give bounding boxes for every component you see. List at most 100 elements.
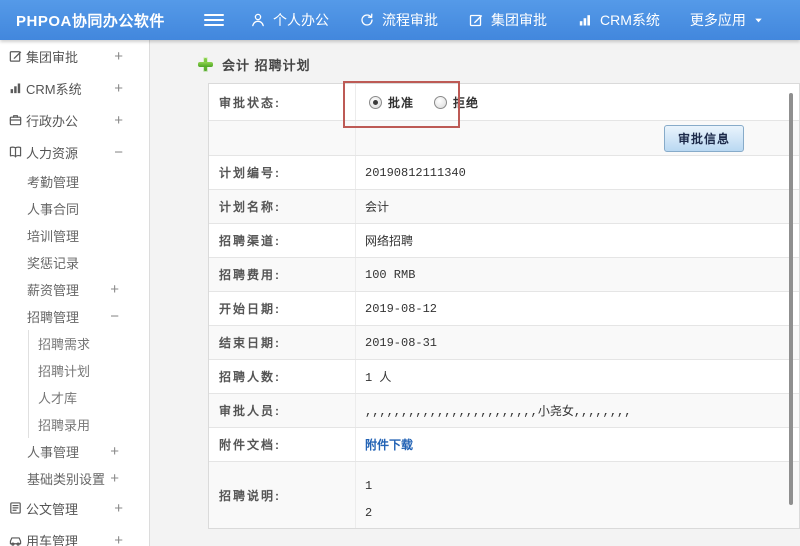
bar-chart-icon bbox=[8, 80, 23, 96]
form-row-approvers: 审批人员: ,,,,,,,,,,,,,,,,,,,,,,,,小尧女,,,,,,,, bbox=[209, 394, 799, 428]
nav-item-group-approval[interactable]: 集团审批 bbox=[468, 10, 547, 30]
sidebar-item-vehicle-mgmt[interactable]: 用车管理 + bbox=[0, 524, 149, 546]
nav-label: 更多应用 bbox=[689, 12, 746, 28]
sidebar-item-rewards[interactable]: 奖惩记录 bbox=[0, 249, 149, 276]
bar-chart-icon bbox=[577, 12, 593, 28]
nav-item-workflow-approval[interactable]: 流程审批 bbox=[359, 10, 438, 30]
expander-icon[interactable]: + bbox=[110, 471, 119, 486]
sidebar-item-label: 行政办公 bbox=[26, 113, 79, 129]
sidebar-item-hr-contract[interactable]: 人事合同 bbox=[0, 195, 149, 222]
form-row-start-date: 开始日期: 2019-08-12 bbox=[209, 292, 799, 326]
radio-label: 拒绝 bbox=[453, 95, 480, 110]
sidebar-item-label: 考勤管理 bbox=[27, 175, 80, 190]
sidebar-item-admin-office[interactable]: 行政办公 + bbox=[0, 104, 149, 136]
edit-square-icon bbox=[8, 48, 23, 64]
nav-label: 集团审批 bbox=[491, 12, 547, 28]
form-label: 开始日期: bbox=[209, 292, 356, 325]
sidebar-item-talent-pool[interactable]: 人才库 bbox=[0, 384, 149, 411]
sidebar-item-group-approval[interactable]: 集团审批 + bbox=[0, 40, 149, 72]
sidebar-item-label: 集团审批 bbox=[26, 49, 79, 65]
add-icon bbox=[198, 57, 213, 72]
form-label: 审批状态: bbox=[209, 84, 356, 120]
sidebar-item-personnel[interactable]: 人事管理 + bbox=[0, 438, 149, 465]
form-label: 招聘说明: bbox=[209, 462, 356, 528]
recruit-channel-value: 网络招聘 bbox=[365, 235, 414, 249]
form-label bbox=[209, 121, 356, 155]
radio-label: 批准 bbox=[388, 95, 415, 110]
sidebar-item-label: 人力资源 bbox=[26, 145, 79, 161]
approval-info-button[interactable]: 审批信息 bbox=[663, 124, 744, 152]
expander-icon[interactable]: + bbox=[114, 49, 123, 64]
sidebar-item-base-category[interactable]: 基础类别设置 + bbox=[0, 465, 149, 492]
form-row-plan-name: 计划名称: 会计 bbox=[209, 190, 799, 224]
plan-name-value: 会计 bbox=[365, 201, 390, 215]
attachment-download-link[interactable]: 附件下载 bbox=[365, 436, 413, 453]
start-date-value: 2019-08-12 bbox=[365, 301, 438, 316]
sidebar-item-recruit-mgmt[interactable]: 招聘管理 − bbox=[0, 303, 149, 330]
expander-icon[interactable]: − bbox=[110, 309, 119, 324]
sidebar-item-human-resources[interactable]: 人力资源 − bbox=[0, 136, 149, 168]
radio-option-reject[interactable]: 拒绝 bbox=[434, 94, 479, 111]
document-icon bbox=[8, 500, 23, 516]
top-nav: 个人办公 流程审批 集团审批 CRM系统 更多应用 bbox=[250, 10, 764, 30]
sidebar-item-label: 招聘需求 bbox=[38, 337, 91, 352]
description-value: 1 2 bbox=[365, 479, 373, 520]
radio-selected-icon[interactable] bbox=[369, 95, 382, 109]
sidebar-item-label: 用车管理 bbox=[26, 533, 79, 546]
form-label: 招聘人数: bbox=[209, 360, 356, 393]
briefcase-icon bbox=[8, 112, 23, 128]
sidebar-item-recruit-hire[interactable]: 招聘录用 bbox=[0, 411, 149, 438]
end-date-value: 2019-08-31 bbox=[365, 335, 438, 350]
user-icon bbox=[250, 12, 266, 28]
sidebar-item-label: 招聘录用 bbox=[38, 418, 91, 433]
expander-icon[interactable]: − bbox=[114, 145, 123, 160]
approvers-value: ,,,,,,,,,,,,,,,,,,,,,,,,小尧女,,,,,,,, bbox=[365, 405, 632, 419]
form-row-description: 招聘说明: 1 2 bbox=[209, 462, 799, 528]
form-row-action: 审批信息 bbox=[209, 121, 799, 156]
page-title: 会计 招聘计划 bbox=[222, 58, 311, 73]
form-label: 招聘渠道: bbox=[209, 224, 356, 257]
sidebar-scrollbar[interactable] bbox=[789, 93, 793, 505]
sidebar-item-training[interactable]: 培训管理 bbox=[0, 222, 149, 249]
sidebar-item-salary[interactable]: 薪资管理 + bbox=[0, 276, 149, 303]
book-icon bbox=[8, 144, 23, 160]
page-title-row: 会计 招聘计划 bbox=[198, 55, 311, 74]
radio-option-approve[interactable]: 批准 bbox=[369, 94, 414, 111]
form-label: 计划名称: bbox=[209, 190, 356, 223]
nav-item-more-apps[interactable]: 更多应用 bbox=[690, 10, 764, 30]
expander-icon[interactable]: + bbox=[114, 533, 123, 546]
app-logo: PHPOA协同办公软件 bbox=[16, 12, 165, 30]
sidebar-item-crm-system[interactable]: CRM系统 + bbox=[0, 72, 149, 104]
sidebar-item-recruit-demand[interactable]: 招聘需求 bbox=[0, 330, 149, 357]
sidebar-item-label: 基础类别设置 bbox=[27, 472, 106, 487]
nav-item-personal-office[interactable]: 个人办公 bbox=[250, 10, 329, 30]
plan-number-value: 20190812111340 bbox=[365, 165, 466, 180]
hamburger-icon[interactable] bbox=[204, 14, 224, 26]
expander-icon[interactable]: + bbox=[110, 282, 119, 297]
form-row-recruit-channel: 招聘渠道: 网络招聘 bbox=[209, 224, 799, 258]
nav-label: 流程审批 bbox=[382, 12, 438, 28]
sidebar-item-label: 人才库 bbox=[38, 391, 78, 406]
form-row-approval-status: 审批状态: 批准 拒绝 bbox=[209, 84, 799, 121]
edit-square-icon bbox=[468, 12, 484, 28]
form-label: 计划编号: bbox=[209, 156, 356, 189]
sidebar-item-attendance[interactable]: 考勤管理 bbox=[0, 168, 149, 195]
expander-icon[interactable]: + bbox=[114, 501, 123, 516]
expander-icon[interactable]: + bbox=[114, 81, 123, 96]
sidebar-item-label: 人事合同 bbox=[27, 202, 80, 217]
car-icon bbox=[8, 532, 23, 546]
sidebar-item-label: 奖惩记录 bbox=[27, 256, 80, 271]
form-row-headcount: 招聘人数: 1 人 bbox=[209, 360, 799, 394]
sidebar: 集团审批 + CRM系统 + 行政办公 + 人力资源 − 考勤管理人事合同培训管理奖惩记录薪资管… bbox=[0, 40, 150, 546]
sidebar-item-recruit-plan[interactable]: 招聘计划 bbox=[0, 357, 149, 384]
radio-unselected-icon[interactable] bbox=[434, 95, 448, 109]
sidebar-item-label: 招聘计划 bbox=[38, 364, 91, 379]
expander-icon[interactable]: + bbox=[114, 113, 123, 128]
nav-label: 个人办公 bbox=[273, 12, 329, 28]
nav-item-crm-system[interactable]: CRM系统 bbox=[577, 10, 660, 30]
sidebar-item-document-mgmt[interactable]: 公文管理 + bbox=[0, 492, 149, 524]
expander-icon[interactable]: + bbox=[110, 444, 119, 459]
form-label: 结束日期: bbox=[209, 326, 356, 359]
sidebar-item-label: CRM系统 bbox=[26, 81, 82, 97]
sidebar-item-label: 公文管理 bbox=[26, 501, 79, 517]
